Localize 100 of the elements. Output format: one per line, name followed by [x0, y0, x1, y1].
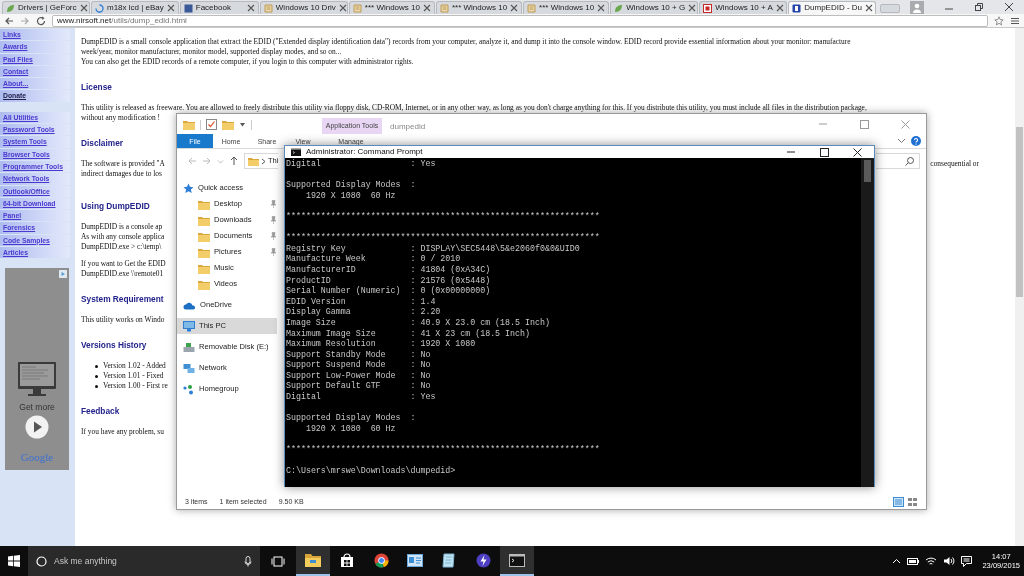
console-line: Display Gamma : 2.20	[286, 307, 441, 318]
browser-tab[interactable]: Windows 10 + A	[699, 1, 788, 14]
menu-icon[interactable]	[1010, 15, 1020, 26]
details-view-icon[interactable]	[893, 497, 904, 507]
folder-icon	[248, 156, 259, 166]
bullet-icon	[95, 364, 98, 368]
close-icon[interactable]	[853, 147, 862, 157]
back-icon[interactable]	[4, 15, 14, 26]
terminal-icon	[291, 148, 301, 156]
play-icon[interactable]	[25, 415, 49, 440]
search-field[interactable]: Ask me anything	[28, 546, 260, 576]
chevron-down-icon[interactable]	[897, 138, 906, 144]
monitor-drawing	[17, 361, 57, 398]
star-icon	[183, 182, 194, 194]
console-line: ProductID : 21576 (0x5448)	[286, 275, 491, 286]
network-icon	[183, 362, 195, 374]
console-line: Supported Display Modes :	[286, 180, 416, 191]
close-icon[interactable]	[1004, 2, 1014, 12]
console-line: ManufacturerID : 41804 (0xA34C)	[286, 264, 491, 276]
scrollbar[interactable]	[861, 158, 874, 488]
section-heading: Versions History	[81, 340, 147, 350]
search-field[interactable]	[876, 153, 920, 169]
browser-tab[interactable]: *** Windows 10	[523, 1, 610, 14]
computer-icon	[183, 320, 195, 332]
restore-icon[interactable]	[974, 2, 984, 12]
lightning-icon	[475, 552, 491, 568]
browser-icon	[373, 552, 389, 568]
ad-brand: Google	[20, 450, 54, 466]
console-line: Digital : Yes	[286, 392, 436, 403]
close-icon[interactable]	[865, 4, 874, 12]
console-line: ***************************************************************	[286, 211, 600, 223]
pin-icon[interactable]	[270, 248, 277, 256]
console-line: Support Suspend Mode : No	[286, 360, 431, 371]
site-icon	[352, 3, 362, 13]
chevron-right-icon	[261, 157, 266, 165]
window-title: Administrator: Command Prompt	[306, 146, 423, 158]
terminal-icon	[509, 553, 525, 567]
console-line: Manufacture Week : 0 / 2010	[286, 254, 461, 265]
console-line: EDID Version : 1.4	[286, 296, 436, 307]
folder-icon	[305, 553, 321, 567]
microphone-icon[interactable]	[244, 555, 252, 567]
tiles-view-icon[interactable]	[907, 497, 918, 507]
browser-tab[interactable]: Facebook	[179, 1, 259, 14]
shopping-bag-icon	[340, 552, 354, 568]
console-line: Serial Number (Numeric) : 0 (0x00000000)	[286, 286, 491, 297]
browser-tab[interactable]: DumpEDID - Du	[788, 1, 877, 14]
star-icon[interactable]	[994, 15, 1004, 26]
taskbar-button[interactable]	[500, 546, 534, 576]
console-line: Digital : Yes	[286, 159, 436, 170]
battery-icon[interactable]	[907, 557, 920, 565]
browser-tab[interactable]: Windows 10 + G	[610, 1, 699, 14]
up-arrow-icon[interactable]	[229, 156, 239, 166]
section-heading: System Requirement	[81, 294, 164, 304]
section-heading: License	[81, 82, 112, 92]
ad-panel[interactable]: Get more Google	[5, 268, 69, 471]
dropdown-icon[interactable]	[239, 121, 246, 128]
console-line: Support Default GTF : No	[286, 381, 431, 392]
folder-icon	[198, 278, 210, 290]
people-icon	[183, 383, 195, 395]
browser-tab[interactable]: m18x lcd | eBay	[91, 1, 179, 14]
browser-tab[interactable]: Drivers | GeForc	[2, 1, 90, 14]
folder-icon	[198, 262, 210, 274]
notification-icon[interactable]	[961, 555, 973, 567]
wifi-icon[interactable]	[925, 556, 938, 566]
section-heading: Using DumpEDID	[81, 201, 150, 211]
console-line: C:\Users\mrswe\Downloads\dumpedid>	[286, 466, 456, 477]
search-icon	[36, 555, 47, 567]
console-line: Maximum Image Size : 41 X 23 cm (18.5 Inch)	[286, 328, 530, 339]
site-icon	[183, 3, 193, 13]
ad-info-icon[interactable]	[59, 270, 67, 279]
task-view-icon[interactable]	[271, 555, 285, 567]
pin-icon[interactable]	[270, 232, 277, 240]
scrollbar[interactable]	[1015, 28, 1024, 546]
reload-icon[interactable]	[36, 15, 46, 26]
console-line: ***************************************************************	[286, 233, 600, 244]
cloud-icon	[183, 300, 196, 310]
chevron-up-icon[interactable]	[892, 558, 902, 564]
start-icon[interactable]	[8, 555, 20, 567]
ad-headline: Get more	[19, 401, 55, 415]
pin-icon[interactable]	[270, 216, 277, 224]
bullet-icon	[95, 384, 98, 388]
browser-tab[interactable]: Windows 10 Driv	[259, 1, 348, 14]
search-input[interactable]: Ask me anything	[54, 554, 237, 568]
section-heading: Disclaimer	[81, 138, 123, 148]
console-line: 1920 X 1080 60 Hz	[304, 190, 396, 202]
console-line: Support Low-Power Mode : No	[286, 370, 431, 381]
help-icon[interactable]	[911, 136, 921, 146]
pin-icon[interactable]	[270, 200, 277, 208]
card-icon	[407, 553, 423, 567]
folder-icon	[198, 246, 210, 258]
bullet-icon	[95, 374, 98, 378]
volume-icon[interactable]	[943, 556, 956, 566]
browser-tab[interactable]: *** Windows 10	[435, 1, 523, 14]
browser-tab[interactable]: *** Windows 10	[348, 1, 435, 14]
window-title: dumpedid	[389, 121, 426, 133]
console-line: Supported Display Modes :	[286, 413, 416, 424]
properties-icon[interactable]	[206, 119, 217, 130]
taskbar-button[interactable]	[296, 546, 330, 576]
maximize-icon[interactable]	[820, 147, 829, 157]
loading-icon	[95, 3, 104, 13]
